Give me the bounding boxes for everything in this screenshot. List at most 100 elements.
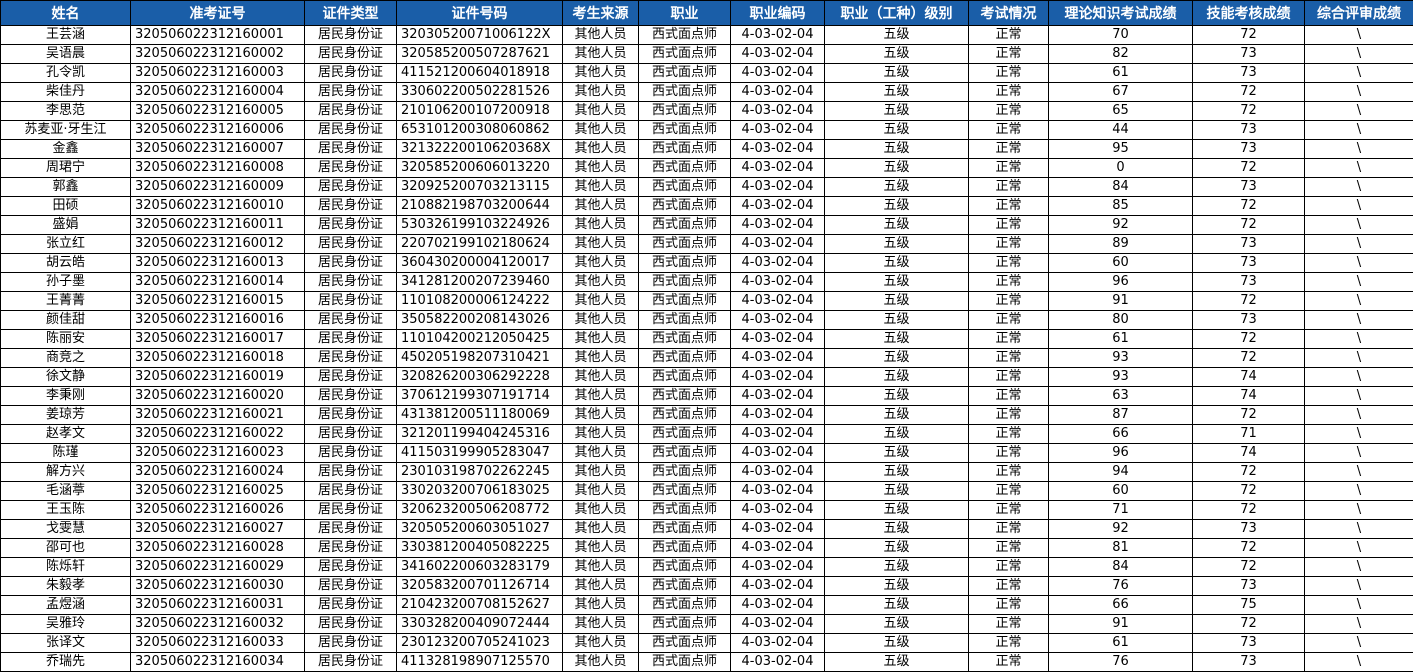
cell-theory-score[interactable]: 96 (1049, 444, 1193, 463)
cell-ticket-number[interactable]: 320506022312160012 (131, 235, 305, 254)
cell-candidate-source[interactable]: 其他人员 (563, 596, 639, 615)
cell-id-number[interactable]: 330381200405082225 (397, 539, 563, 558)
cell-level[interactable]: 五级 (825, 653, 969, 672)
cell-occupation[interactable]: 西式面点师 (639, 596, 731, 615)
cell-skill-score[interactable]: 73 (1193, 273, 1305, 292)
header-name[interactable]: 姓名 (1, 1, 131, 26)
cell-id-number[interactable]: 320583200701126714 (397, 577, 563, 596)
cell-review-score[interactable]: \ (1305, 121, 1413, 140)
cell-ticket-number[interactable]: 320506022312160006 (131, 121, 305, 140)
cell-theory-score[interactable]: 93 (1049, 349, 1193, 368)
cell-theory-score[interactable]: 81 (1049, 539, 1193, 558)
cell-candidate-source[interactable]: 其他人员 (563, 254, 639, 273)
cell-skill-score[interactable]: 73 (1193, 45, 1305, 64)
cell-id-number[interactable]: 320623200506208772 (397, 501, 563, 520)
cell-occupation-code[interactable]: 4-03-02-04 (731, 501, 825, 520)
cell-exam-status[interactable]: 正常 (969, 368, 1049, 387)
cell-theory-score[interactable]: 96 (1049, 273, 1193, 292)
cell-occupation[interactable]: 西式面点师 (639, 501, 731, 520)
cell-review-score[interactable]: \ (1305, 520, 1413, 539)
cell-name[interactable]: 孙子墨 (1, 273, 131, 292)
cell-ticket-number[interactable]: 320506022312160014 (131, 273, 305, 292)
cell-candidate-source[interactable]: 其他人员 (563, 45, 639, 64)
cell-occupation[interactable]: 西式面点师 (639, 216, 731, 235)
cell-exam-status[interactable]: 正常 (969, 634, 1049, 653)
cell-exam-status[interactable]: 正常 (969, 406, 1049, 425)
cell-occupation[interactable]: 西式面点师 (639, 83, 731, 102)
cell-ticket-number[interactable]: 320506022312160004 (131, 83, 305, 102)
cell-occupation-code[interactable]: 4-03-02-04 (731, 349, 825, 368)
cell-candidate-source[interactable]: 其他人员 (563, 501, 639, 520)
cell-exam-status[interactable]: 正常 (969, 596, 1049, 615)
cell-id-number[interactable]: 341602200603283179 (397, 558, 563, 577)
cell-level[interactable]: 五级 (825, 178, 969, 197)
cell-exam-status[interactable]: 正常 (969, 178, 1049, 197)
cell-candidate-source[interactable]: 其他人员 (563, 140, 639, 159)
cell-occupation[interactable]: 西式面点师 (639, 140, 731, 159)
cell-id-number[interactable]: 320925200703213115 (397, 178, 563, 197)
cell-occupation-code[interactable]: 4-03-02-04 (731, 102, 825, 121)
cell-level[interactable]: 五级 (825, 425, 969, 444)
cell-candidate-source[interactable]: 其他人员 (563, 235, 639, 254)
cell-theory-score[interactable]: 94 (1049, 463, 1193, 482)
cell-id-number[interactable]: 321201199404245316 (397, 425, 563, 444)
cell-skill-score[interactable]: 74 (1193, 444, 1305, 463)
cell-theory-score[interactable]: 66 (1049, 425, 1193, 444)
cell-exam-status[interactable]: 正常 (969, 444, 1049, 463)
cell-skill-score[interactable]: 73 (1193, 140, 1305, 159)
cell-id-type[interactable]: 居民身份证 (305, 501, 397, 520)
cell-id-number[interactable]: 450205198207310421 (397, 349, 563, 368)
cell-skill-score[interactable]: 73 (1193, 64, 1305, 83)
cell-exam-status[interactable]: 正常 (969, 292, 1049, 311)
cell-occupation-code[interactable]: 4-03-02-04 (731, 140, 825, 159)
cell-ticket-number[interactable]: 320506022312160021 (131, 406, 305, 425)
cell-level[interactable]: 五级 (825, 330, 969, 349)
cell-ticket-number[interactable]: 320506022312160011 (131, 216, 305, 235)
cell-name[interactable]: 赵孝文 (1, 425, 131, 444)
cell-id-type[interactable]: 居民身份证 (305, 102, 397, 121)
cell-level[interactable]: 五级 (825, 482, 969, 501)
cell-review-score[interactable]: \ (1305, 83, 1413, 102)
cell-occupation[interactable]: 西式面点师 (639, 577, 731, 596)
cell-skill-score[interactable]: 73 (1193, 235, 1305, 254)
cell-occupation-code[interactable]: 4-03-02-04 (731, 577, 825, 596)
cell-candidate-source[interactable]: 其他人员 (563, 558, 639, 577)
cell-id-type[interactable]: 居民身份证 (305, 235, 397, 254)
cell-skill-score[interactable]: 73 (1193, 634, 1305, 653)
cell-level[interactable]: 五级 (825, 387, 969, 406)
cell-exam-status[interactable]: 正常 (969, 501, 1049, 520)
cell-name[interactable]: 盛娟 (1, 216, 131, 235)
cell-candidate-source[interactable]: 其他人员 (563, 368, 639, 387)
cell-id-type[interactable]: 居民身份证 (305, 368, 397, 387)
cell-level[interactable]: 五级 (825, 634, 969, 653)
cell-candidate-source[interactable]: 其他人员 (563, 406, 639, 425)
cell-occupation[interactable]: 西式面点师 (639, 45, 731, 64)
cell-skill-score[interactable]: 72 (1193, 102, 1305, 121)
cell-name[interactable]: 吴雅玲 (1, 615, 131, 634)
cell-name[interactable]: 陈瑾 (1, 444, 131, 463)
cell-skill-score[interactable]: 72 (1193, 615, 1305, 634)
cell-level[interactable]: 五级 (825, 45, 969, 64)
cell-candidate-source[interactable]: 其他人员 (563, 482, 639, 501)
cell-candidate-source[interactable]: 其他人员 (563, 102, 639, 121)
cell-skill-score[interactable]: 72 (1193, 292, 1305, 311)
cell-level[interactable]: 五级 (825, 577, 969, 596)
cell-candidate-source[interactable]: 其他人员 (563, 577, 639, 596)
cell-ticket-number[interactable]: 320506022312160016 (131, 311, 305, 330)
cell-exam-status[interactable]: 正常 (969, 216, 1049, 235)
cell-theory-score[interactable]: 44 (1049, 121, 1193, 140)
cell-id-type[interactable]: 居民身份证 (305, 159, 397, 178)
cell-exam-status[interactable]: 正常 (969, 64, 1049, 83)
cell-exam-status[interactable]: 正常 (969, 121, 1049, 140)
cell-occupation-code[interactable]: 4-03-02-04 (731, 539, 825, 558)
cell-candidate-source[interactable]: 其他人员 (563, 178, 639, 197)
cell-name[interactable]: 苏麦亚·牙生江 (1, 121, 131, 140)
cell-candidate-source[interactable]: 其他人员 (563, 216, 639, 235)
cell-candidate-source[interactable]: 其他人员 (563, 273, 639, 292)
cell-exam-status[interactable]: 正常 (969, 45, 1049, 64)
cell-candidate-source[interactable]: 其他人员 (563, 26, 639, 45)
cell-ticket-number[interactable]: 320506022312160007 (131, 140, 305, 159)
cell-id-type[interactable]: 居民身份证 (305, 83, 397, 102)
cell-ticket-number[interactable]: 320506022312160024 (131, 463, 305, 482)
cell-skill-score[interactable]: 73 (1193, 311, 1305, 330)
